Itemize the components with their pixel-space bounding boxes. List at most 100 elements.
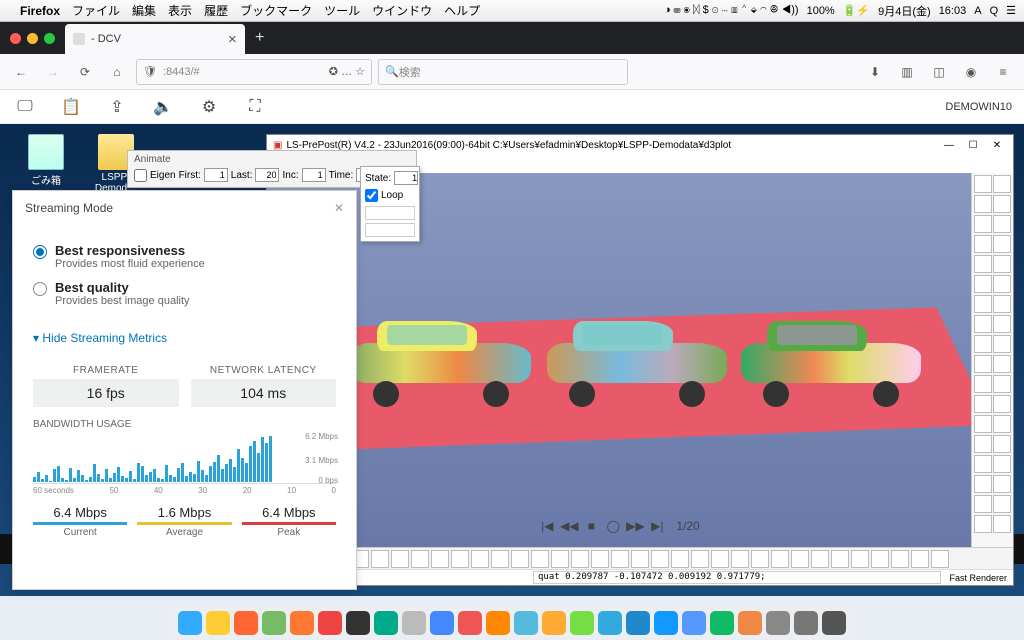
tool-button[interactable] — [993, 495, 1011, 513]
option-responsiveness[interactable]: Best responsiveness Provides most fluid … — [33, 243, 336, 270]
menubar-date[interactable]: 9月4日(金) — [878, 3, 931, 19]
tool-button[interactable] — [551, 550, 569, 568]
dock-app[interactable] — [626, 611, 650, 635]
dcv-fullscreen-icon[interactable]: ⛶ — [242, 94, 268, 120]
dock-app[interactable] — [290, 611, 314, 635]
tool-button[interactable] — [371, 550, 389, 568]
menu-history[interactable]: 履歴 — [204, 2, 228, 19]
dock-app[interactable] — [822, 611, 846, 635]
tool-button[interactable] — [831, 550, 849, 568]
tool-button[interactable] — [974, 515, 992, 533]
tool-button[interactable] — [611, 550, 629, 568]
dcv-upload-icon[interactable]: ⇪ — [104, 94, 130, 120]
dock-app[interactable] — [766, 611, 790, 635]
dock-app[interactable] — [346, 611, 370, 635]
loop-checkbox[interactable] — [365, 189, 378, 202]
tool-button[interactable] — [471, 550, 489, 568]
inc-input[interactable] — [302, 168, 326, 182]
tool-button[interactable] — [993, 375, 1011, 393]
dock-app[interactable] — [794, 611, 818, 635]
tool-button[interactable] — [771, 550, 789, 568]
state-input[interactable] — [394, 171, 418, 185]
library-icon[interactable]: ▥ — [894, 59, 920, 85]
tool-button[interactable] — [993, 175, 1011, 193]
forward-button[interactable]: → — [40, 59, 66, 85]
tool-button[interactable] — [651, 550, 669, 568]
tool-button[interactable] — [711, 550, 729, 568]
minimize-button[interactable]: — — [939, 140, 959, 151]
url-bar[interactable]: 🛡 :8443/# ✪ … ☆ — [136, 59, 372, 85]
window-traffic-lights[interactable] — [0, 33, 65, 44]
tool-button[interactable] — [993, 475, 1011, 493]
reload-button[interactable]: ⟳ — [72, 59, 98, 85]
menu-edit[interactable]: 編集 — [132, 2, 156, 19]
tool-button[interactable] — [431, 550, 449, 568]
tool-button[interactable] — [974, 475, 992, 493]
tool-button[interactable] — [811, 550, 829, 568]
tool-button[interactable] — [911, 550, 929, 568]
tool-button[interactable] — [871, 550, 889, 568]
menu-tools[interactable]: ツール — [324, 2, 360, 19]
menu-file[interactable]: ファイル — [72, 2, 120, 19]
dock-app[interactable] — [402, 611, 426, 635]
tool-button[interactable] — [571, 550, 589, 568]
tool-button[interactable] — [993, 335, 1011, 353]
tool-button[interactable] — [931, 550, 949, 568]
search-icon[interactable]: Q — [990, 5, 999, 17]
dock-app[interactable] — [178, 611, 202, 635]
dock-app[interactable] — [234, 611, 258, 635]
tool-button[interactable] — [993, 395, 1011, 413]
tool-button[interactable] — [993, 415, 1011, 433]
close-icon[interactable]: ✕ — [228, 33, 237, 46]
radio-icon[interactable] — [33, 282, 47, 296]
prev-frame-button[interactable]: ◀◀ — [560, 517, 578, 535]
tool-button[interactable] — [974, 275, 992, 293]
dcv-monitor-icon[interactable]: 🖵 — [12, 94, 38, 120]
search-bar[interactable]: 🔍 検索 — [378, 59, 628, 85]
tool-button[interactable] — [974, 195, 992, 213]
tool-button[interactable] — [993, 355, 1011, 373]
dcv-user[interactable]: DEMOWIN10 — [945, 101, 1012, 113]
dock-app[interactable] — [486, 611, 510, 635]
first-frame-button[interactable]: |◀ — [538, 517, 556, 535]
tool-button[interactable] — [691, 550, 709, 568]
new-tab-button[interactable]: + — [245, 29, 274, 47]
dock-app[interactable] — [710, 611, 734, 635]
tool-button[interactable] — [974, 175, 992, 193]
tool-button[interactable] — [891, 550, 909, 568]
tool-button[interactable] — [974, 255, 992, 273]
dock-app[interactable] — [514, 611, 538, 635]
first-input[interactable] — [204, 168, 228, 182]
tool-button[interactable] — [993, 235, 1011, 253]
dcv-clipboard-icon[interactable]: 📋 — [58, 94, 84, 120]
home-button[interactable]: ⌂ — [104, 59, 130, 85]
tool-button[interactable] — [974, 455, 992, 473]
tool-button[interactable] — [671, 550, 689, 568]
tool-button[interactable] — [411, 550, 429, 568]
tool-button[interactable] — [731, 550, 749, 568]
menubar-time[interactable]: 16:03 — [939, 5, 967, 17]
app-name[interactable]: Firefox — [20, 4, 60, 18]
tool-button[interactable] — [974, 495, 992, 513]
shield-icon[interactable]: 🛡 — [143, 65, 157, 78]
tool-button[interactable] — [531, 550, 549, 568]
browser-tab[interactable]: - DCV ✕ — [65, 24, 245, 54]
tool-button[interactable] — [591, 550, 609, 568]
dock-app[interactable] — [262, 611, 286, 635]
dock-app[interactable] — [430, 611, 454, 635]
desktop-icon-recycle[interactable]: ごみ箱 — [20, 134, 72, 187]
tool-button[interactable] — [993, 255, 1011, 273]
dock-app[interactable] — [682, 611, 706, 635]
status-icons[interactable]: ◑ ⌨ ⦿ ᛞ $ ⊙ ⋯ ▥ ⌃ ⬙ ◠ ꔮ ◀)) — [664, 4, 799, 17]
tool-button[interactable] — [974, 395, 992, 413]
menu-window[interactable]: ウインドウ — [372, 2, 432, 19]
tool-button[interactable] — [491, 550, 509, 568]
dock-app[interactable] — [738, 611, 762, 635]
spotlight-icon[interactable]: A — [974, 5, 981, 17]
command-line[interactable]: quat 0.209787 -0.107472 0.009192 0.97177… — [533, 571, 941, 584]
tool-button[interactable] — [631, 550, 649, 568]
dock-app[interactable] — [318, 611, 342, 635]
maximize-button[interactable]: ☐ — [963, 140, 983, 151]
sidebar-icon[interactable]: ◫ — [926, 59, 952, 85]
dock-app[interactable] — [206, 611, 230, 635]
